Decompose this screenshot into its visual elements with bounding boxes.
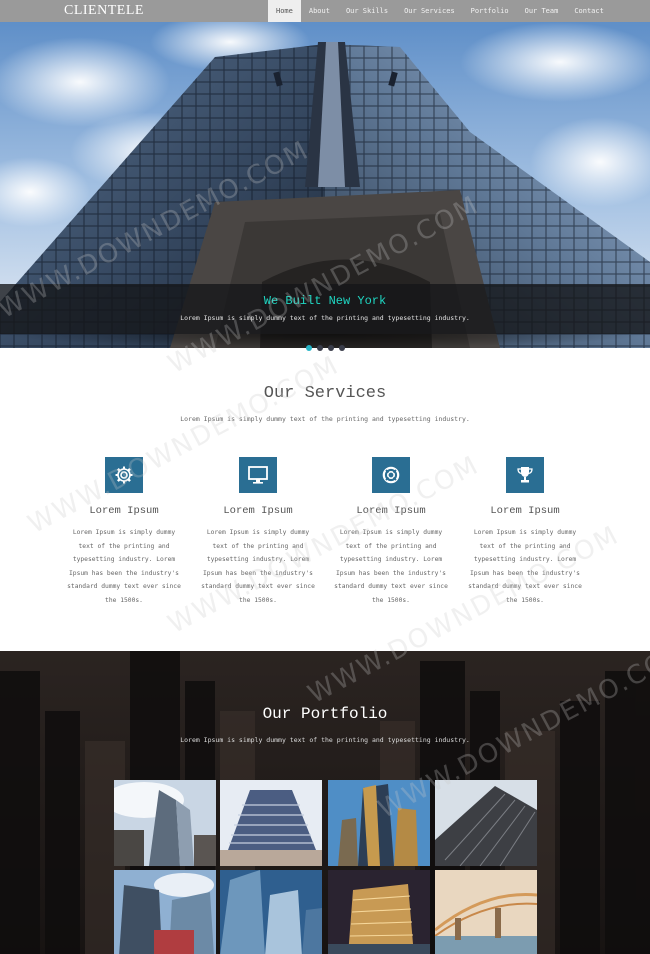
carousel-dot-4[interactable] [338,345,345,351]
site-logo[interactable]: CLIENTELE [64,3,144,19]
service-text: Lorem Ipsum is simply dummy text of the … [334,529,448,604]
service-text: Lorem Ipsum is simply dummy text of the … [201,529,315,604]
portfolio-thumb-4[interactable] [435,780,537,866]
portfolio-thumb-5[interactable] [114,870,216,954]
nav-home[interactable]: Home [268,0,301,22]
portfolio-thumb-2[interactable] [220,780,322,866]
nav-contact[interactable]: Contact [566,0,612,22]
portfolio-thumb-6[interactable] [220,870,322,954]
service-card: Lorem Ipsum Lorem Ipsum is simply dummy … [460,457,590,607]
service-heading: Lorem Ipsum [356,505,426,517]
service-heading: Lorem Ipsum [223,505,293,517]
service-card: Lorem Ipsum Lorem Ipsum is simply dummy … [193,457,323,607]
carousel-dots [0,345,650,351]
nav-our-skills[interactable]: Our Skills [338,0,396,22]
gear-icon [105,457,143,493]
service-heading: Lorem Ipsum [89,505,159,517]
nav-our-services[interactable]: Our Services [396,0,463,22]
portfolio-thumb-1[interactable] [114,780,216,866]
monitor-icon [239,457,277,493]
lifebuoy-icon [372,457,410,493]
carousel-dot-1[interactable] [305,345,312,351]
hero-title: We Built New York [263,294,387,308]
nav-portfolio[interactable]: Portfolio [463,0,517,22]
carousel-dot-3[interactable] [327,345,334,351]
hero-subtitle: Lorem Ipsum is simply dummy text of the … [180,314,470,322]
hero-slider[interactable]: We Built New York Lorem Ipsum is simply … [0,22,650,348]
nav-our-team[interactable]: Our Team [517,0,567,22]
services-title: Our Services [263,384,387,403]
service-heading: Lorem Ipsum [490,505,560,517]
trophy-icon [506,457,544,493]
portfolio-thumb-3[interactable] [328,780,430,866]
service-text: Lorem Ipsum is simply dummy text of the … [67,529,181,604]
service-card: Lorem Ipsum Lorem Ipsum is simply dummy … [59,457,189,607]
portfolio-section: Our Portfolio Lorem Ipsum is simply dumm… [0,651,650,954]
nav-about[interactable]: About [301,0,338,22]
service-card: Lorem Ipsum Lorem Ipsum is simply dummy … [326,457,456,607]
hero-caption-band [0,284,650,334]
carousel-dot-2[interactable] [316,345,323,351]
top-navbar: CLIENTELE Home About Our Skills Our Serv… [0,0,650,22]
city-night-background [0,651,650,954]
service-text: Lorem Ipsum is simply dummy text of the … [468,529,582,604]
portfolio-subtitle: Lorem Ipsum is simply dummy text of the … [180,736,470,744]
main-nav: Home About Our Skills Our Services Portf… [268,0,612,22]
portfolio-thumb-8[interactable] [435,870,537,954]
services-subtitle: Lorem Ipsum is simply dummy text of the … [180,415,470,423]
portfolio-title: Our Portfolio [262,705,388,723]
portfolio-thumb-7[interactable] [328,870,430,954]
